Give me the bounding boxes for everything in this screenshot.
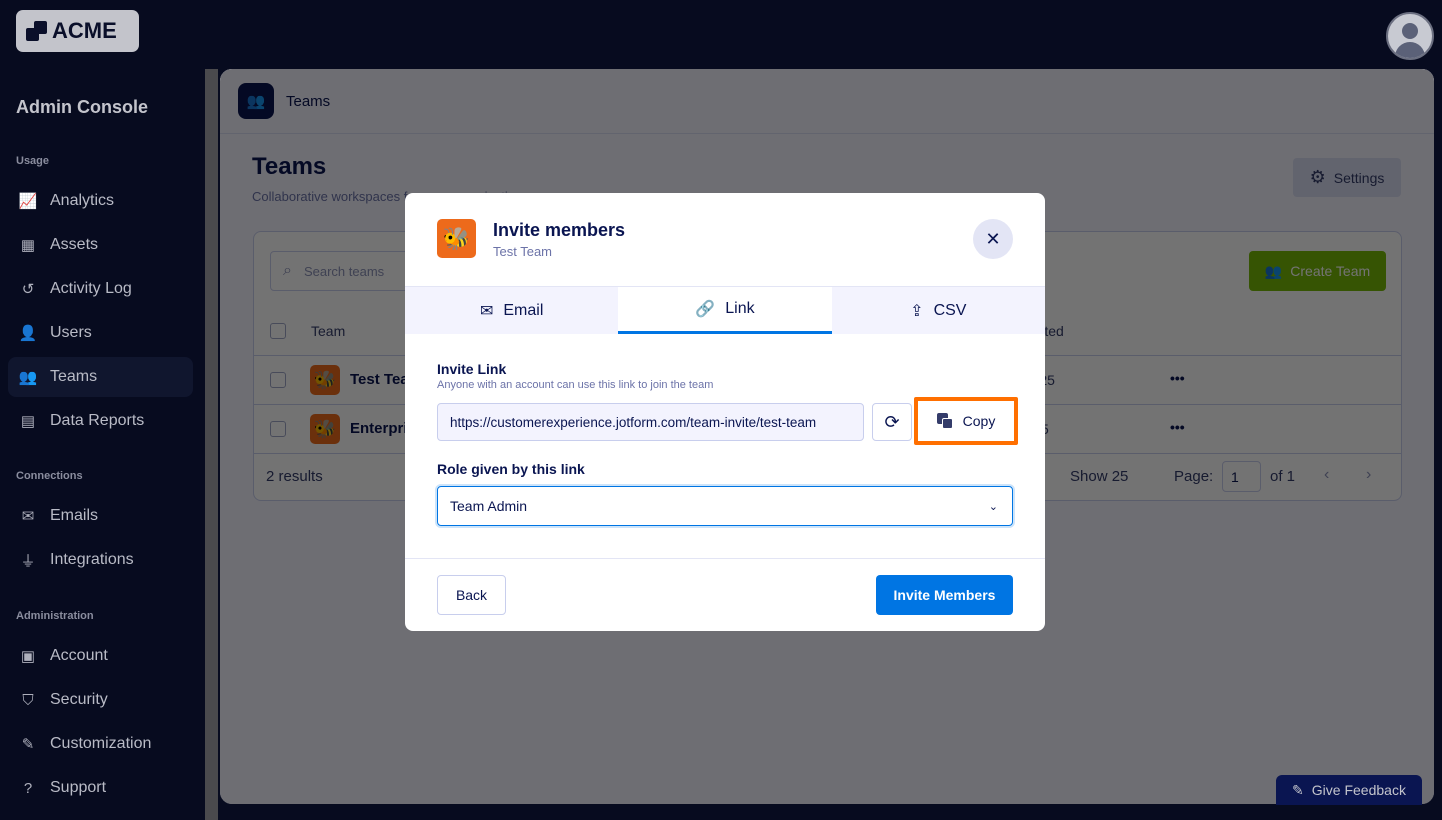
page-input[interactable]: 1 [1222,461,1261,492]
sidebar-section-label: Administration [16,610,94,622]
teams-icon: 👥 [18,369,38,386]
col-team[interactable]: Team [311,323,345,339]
sidebar-item-label: Security [50,691,108,708]
team-avatar-bee-icon: 🐝 [437,219,476,258]
logo-text: ACME [52,18,117,43]
sidebar-item-label: Emails [50,507,99,524]
refresh-icon: ⟳ [884,411,900,432]
results-count: 2 results [266,468,323,485]
account-icon: ▣ [20,648,36,665]
sidebar-item-analytics[interactable]: 📈 Analytics [8,181,193,221]
page-label: Page: [1174,468,1214,485]
more-options-icon[interactable]: ••• [1170,419,1185,435]
search-icon: ⌕ [283,262,292,279]
envelope-icon: ✉ [21,508,35,525]
assets-icon: ▦ [20,237,36,254]
user-avatar[interactable] [1386,12,1434,60]
invite-tabs: ✉ Email 🔗 Link ⇪ CSV [405,286,1045,334]
users-icon: 👤 [18,325,38,342]
sidebar-item-account[interactable]: ▣ Account [8,636,193,676]
sidebar-item-label: Activity Log [50,280,132,297]
sidebar-item-label: Assets [50,236,99,253]
row-checkbox[interactable] [270,372,286,388]
team-bee-icon: 🐝 [310,414,340,444]
link-icon: 🔗 [695,301,716,318]
add-team-icon: 👥 [1264,262,1283,279]
sidebar-item-integrations[interactable]: ⏚ Integrations [8,540,193,580]
sidebar-section-label: Connections [16,470,83,482]
modal-subtitle: Test Team [493,244,553,259]
sidebar-scrollbar[interactable] [205,69,218,820]
copy-icon [936,413,953,429]
sidebar-item-label: Account [50,647,108,664]
upload-icon: ⇪ [910,302,924,320]
create-team-button[interactable]: 👥 Create Team [1249,251,1386,291]
chart-line-icon: 📈 [18,193,38,210]
sidebar-item-label: Integrations [50,551,134,568]
plug-icon: ⏚ [20,552,36,570]
sidebar-title: Admin Console [16,97,149,117]
invite-link-input[interactable]: https://customerexperience.jotform.com/t… [437,403,864,441]
tab-csv[interactable]: ⇪ CSV [832,287,1045,334]
footer-divider [405,558,1045,559]
sidebar-item-emails[interactable]: ✉ Emails [8,496,193,536]
brush-icon: ✎ [21,736,35,753]
sidebar-item-teams[interactable]: 👥 Teams [8,357,193,397]
settings-button[interactable]: ⚙ Settings [1293,158,1401,197]
close-icon: ✕ [985,228,1001,249]
back-button[interactable]: Back [437,575,506,615]
sidebar-item-label: Customization [50,735,152,752]
logo-mark-icon [26,21,48,41]
invite-link-label: Invite Link [437,361,507,377]
invite-members-button[interactable]: Invite Members [876,575,1013,615]
sidebar-item-security[interactable]: ⛉ Security [8,680,193,720]
tab-link[interactable]: 🔗 Link [618,287,832,334]
tab-email[interactable]: ✉ Email [405,287,618,334]
envelope-icon: ✉ [479,302,494,320]
role-select[interactable]: Team Admin ⌄ [437,486,1013,526]
team-bee-icon: 🐝 [310,365,340,395]
sidebar-item-users[interactable]: 👤 Users [8,313,193,353]
acme-logo[interactable]: ACME [16,10,139,52]
shield-icon: ⛉ [22,691,34,709]
sidebar-item-data-reports[interactable]: ▤ Data Reports [8,401,193,441]
sidebar-item-label: Users [50,324,92,341]
sidebar-item-assets[interactable]: ▦ Assets [8,225,193,265]
prev-page-icon[interactable]: ‹ [1324,466,1329,484]
sidebar-item-label: Support [50,779,107,796]
next-page-icon[interactable]: › [1366,466,1371,484]
sidebar-item-label: Teams [50,368,98,385]
chevron-down-icon: ⌄ [988,500,998,513]
sidebar-item-label: Data Reports [50,412,145,429]
modal-title: Invite members [493,220,626,240]
select-all-checkbox[interactable] [270,323,286,339]
close-button[interactable]: ✕ [973,219,1013,259]
support-icon: ? [23,779,33,797]
feedback-icon: ✎ [1292,781,1304,798]
sidebar-item-activity-log[interactable]: ↺ Activity Log [8,269,193,309]
history-icon: ↺ [21,281,35,298]
sidebar-section-label: Usage [16,155,50,167]
more-options-icon[interactable]: ••• [1170,370,1185,386]
header-title: Teams [286,92,331,110]
invite-link-help: Anyone with an account can use this link… [437,379,714,391]
page-size-select[interactable]: Show 25 [1070,468,1128,485]
copy-button[interactable]: Copy [914,397,1018,445]
gear-icon: ⚙ [1309,167,1326,187]
sidebar-item-support[interactable]: ? Support [8,768,193,808]
teams-icon: 👥 [238,83,274,119]
sidebar-item-label: Analytics [50,192,115,209]
invite-members-modal: 🐝 Invite members Test Team ✕ ✉ Email 🔗 Lin… [405,193,1045,631]
page-total: of 1 [1270,468,1296,485]
page-title: Teams [252,153,327,180]
regenerate-link-button[interactable]: ⟳ [872,403,912,441]
page-header: 👥 Teams [220,69,1434,134]
role-label: Role given by this link [437,461,585,477]
sidebar-item-customization[interactable]: ✎ Customization [8,724,193,764]
folder-chart-icon: ▤ [20,413,36,430]
give-feedback-button[interactable]: ✎ Give Feedback [1276,775,1422,805]
row-checkbox[interactable] [270,421,286,437]
